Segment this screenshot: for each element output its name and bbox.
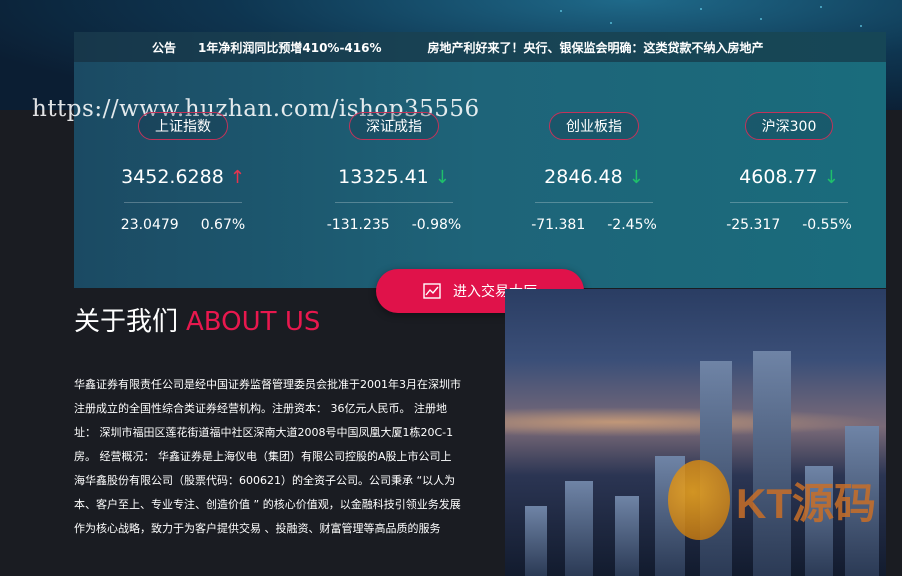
chart-line-icon (423, 283, 441, 299)
building (525, 506, 547, 576)
index-name: 沪深300 (744, 112, 834, 140)
particle-dot (610, 22, 612, 24)
kt-logo-text: KT源码 (736, 480, 876, 527)
index-name: 深证成指 (349, 112, 439, 140)
index-value-row: 13325.41 ↓ (299, 166, 489, 188)
index-change: 23.0479 (120, 217, 179, 233)
particle-dot (860, 25, 862, 27)
notice-item[interactable]: 房地产利好来了！央行、银保监会明确：这类贷款不纳入房地产 (428, 39, 764, 56)
index-name: 创业板指 (549, 112, 639, 140)
notice-item[interactable]: 1年净利润同比预增410%-416% (198, 39, 381, 56)
index-value: 3452.6288 (121, 166, 224, 188)
index-percent: -0.98% (411, 217, 462, 233)
building (565, 481, 593, 576)
index-change: -131.235 (326, 217, 390, 233)
index-card-sh[interactable]: 上证指数 3452.6288 ↑ 23.0479 0.67% (88, 112, 278, 233)
about-title: 关于我们 ABOUT US (74, 301, 320, 338)
index-change-row: -131.235 -0.98% (299, 217, 489, 233)
index-value: 2846.48 (544, 166, 623, 188)
kt-logo-icon (668, 460, 730, 540)
arrow-down-icon: ↓ (823, 166, 839, 188)
index-value: 4608.77 (739, 166, 818, 188)
index-change-row: 23.0479 0.67% (88, 217, 278, 233)
index-card-sz[interactable]: 深证成指 13325.41 ↓ -131.235 -0.98% (299, 112, 489, 233)
particle-dot (700, 8, 702, 10)
building (615, 496, 639, 576)
divider (535, 202, 653, 203)
building (753, 351, 791, 576)
arrow-down-icon: ↓ (628, 166, 644, 188)
index-percent: -0.55% (802, 217, 852, 233)
horizon-glow (505, 407, 886, 437)
index-value-row: 4608.77 ↓ (694, 166, 884, 188)
index-change-row: -25.317 -0.55% (694, 217, 884, 233)
index-percent: -2.45% (607, 217, 657, 233)
divider (335, 202, 453, 203)
particle-dot (560, 10, 562, 12)
index-card-hs300[interactable]: 沪深300 4608.77 ↓ -25.317 -0.55% (694, 112, 884, 233)
index-percent: 0.67% (200, 217, 246, 233)
particle-dot (760, 18, 762, 20)
divider (124, 202, 242, 203)
about-title-cn: 关于我们 (74, 307, 179, 337)
about-description: 华鑫证券有限责任公司是经中国证券监督管理委员会批准于2001年3月在深圳市注册成… (74, 378, 461, 535)
index-value: 13325.41 (338, 166, 429, 188)
divider (730, 202, 848, 203)
arrow-up-icon: ↑ (229, 166, 245, 188)
arrow-down-icon: ↓ (434, 166, 450, 188)
index-value-row: 3452.6288 ↑ (88, 166, 278, 188)
notice-bar: 公告 1年净利润同比预增410%-416% 房地产利好来了！央行、银保监会明确：… (74, 32, 886, 62)
index-change-row: -71.381 -2.45% (499, 217, 689, 233)
index-change: -71.381 (531, 217, 586, 233)
particle-dot (820, 6, 822, 8)
notice-label: 公告 (152, 40, 177, 55)
index-card-cyb[interactable]: 创业板指 2846.48 ↓ -71.381 -2.45% (499, 112, 689, 233)
about-title-en: ABOUT US (186, 307, 321, 337)
index-value-row: 2846.48 ↓ (499, 166, 689, 188)
index-change: -25.317 (726, 217, 781, 233)
index-name: 上证指数 (138, 112, 228, 140)
